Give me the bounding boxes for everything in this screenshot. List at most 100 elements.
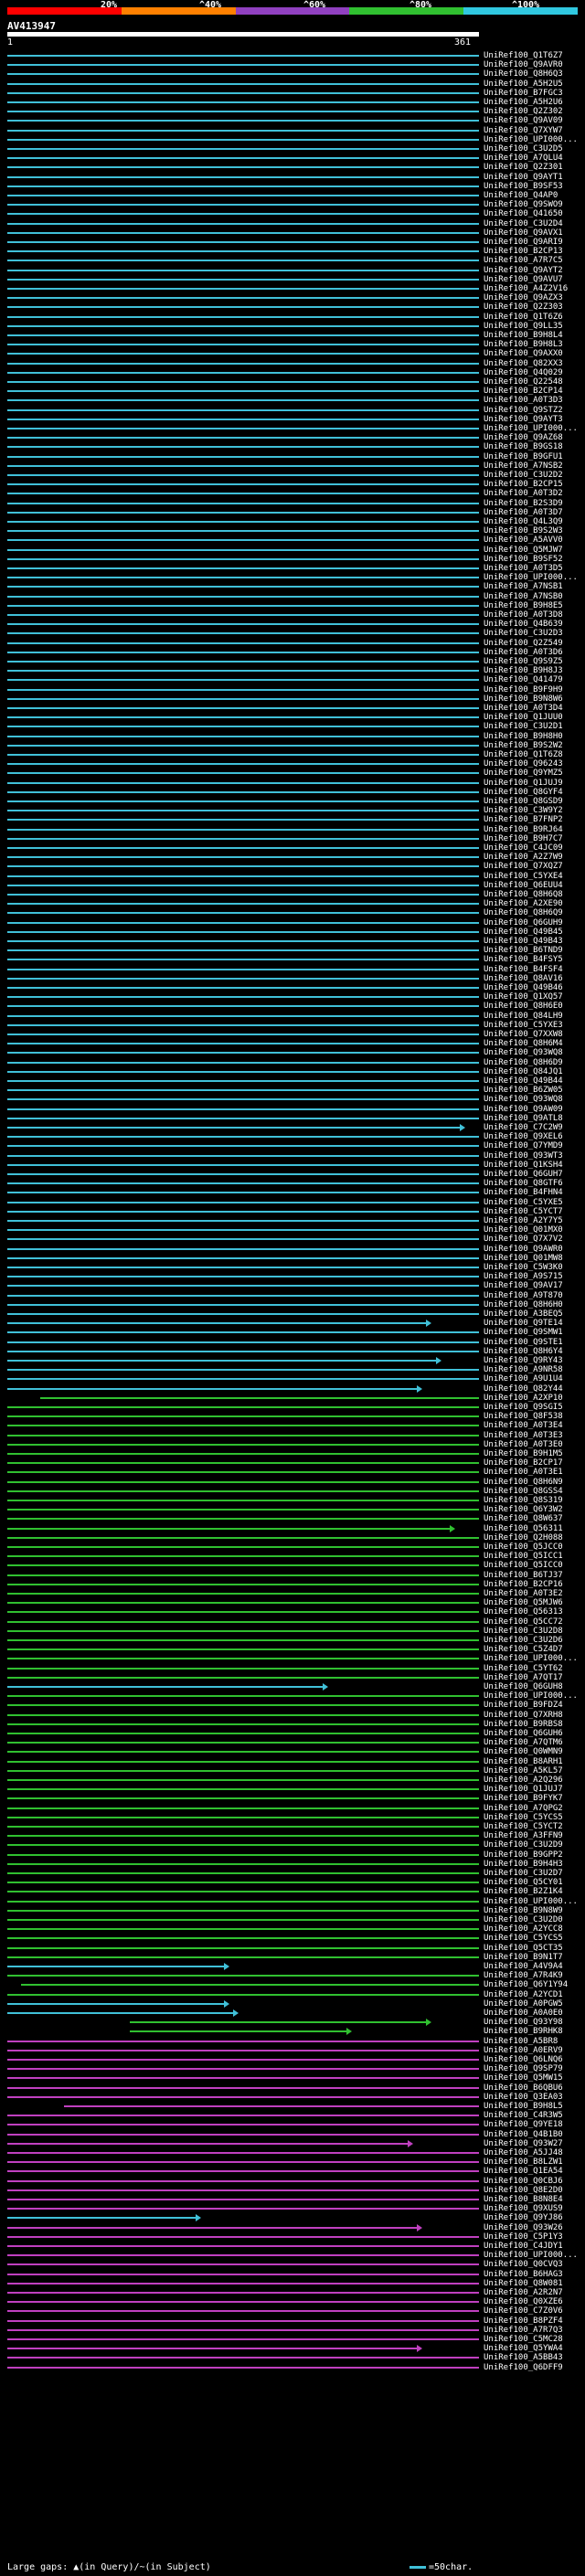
hit-row[interactable]: UniRef100_Q9AWR0 xyxy=(0,1245,585,1254)
hit-row[interactable]: UniRef100_A5KL57 xyxy=(0,1766,585,1776)
hit-row[interactable]: UniRef100_A0T3E1 xyxy=(0,1468,585,1477)
hit-row[interactable]: UniRef100_Q8W637 xyxy=(0,1514,585,1523)
hit-id-link[interactable]: UniRef100_B9FDZ4 xyxy=(484,1701,563,1710)
hit-row[interactable]: UniRef100_A7QPG2 xyxy=(0,1804,585,1813)
hit-id-link[interactable]: UniRef100_B9RJ64 xyxy=(484,825,563,834)
hit-id-link[interactable]: UniRef100_Q9YJ86 xyxy=(484,2213,563,2222)
hit-id-link[interactable]: UniRef100_Q5ICC1 xyxy=(484,1552,563,1561)
hit-row[interactable]: UniRef100_C4JC09 xyxy=(0,843,585,853)
hit-id-link[interactable]: UniRef100_A0T3D2 xyxy=(484,489,563,498)
hit-id-link[interactable]: UniRef100_UPI000... xyxy=(484,1691,578,1701)
hit-row[interactable]: UniRef100_Q9AV09 xyxy=(0,116,585,125)
hit-id-link[interactable]: UniRef100_Q7YMD9 xyxy=(484,1141,563,1150)
hit-id-link[interactable]: UniRef100_Q96243 xyxy=(484,759,563,769)
hit-row[interactable]: UniRef100_Q9LL35 xyxy=(0,322,585,331)
hit-id-link[interactable]: UniRef100_Q01MW8 xyxy=(484,1254,563,1263)
hit-row[interactable]: UniRef100_UPI000... xyxy=(0,2251,585,2260)
hit-row[interactable]: UniRef100_B2CP17 xyxy=(0,1458,585,1468)
hit-id-link[interactable]: UniRef100_Q93W26 xyxy=(484,2223,563,2232)
hit-row[interactable]: UniRef100_Q2H088 xyxy=(0,1533,585,1542)
hit-id-link[interactable]: UniRef100_Q01MX0 xyxy=(484,1225,563,1235)
hit-row[interactable]: UniRef100_Q41479 xyxy=(0,675,585,684)
hit-id-link[interactable]: UniRef100_Q6DFF9 xyxy=(484,2363,563,2372)
hit-row[interactable]: UniRef100_B2CP16 xyxy=(0,1580,585,1589)
hit-row[interactable]: UniRef100_C3U2D6 xyxy=(0,1636,585,1645)
hit-id-link[interactable]: UniRef100_Q8H6Q9 xyxy=(484,908,563,917)
hit-row[interactable]: UniRef100_C3U2D3 xyxy=(0,629,585,638)
hit-id-link[interactable]: UniRef100_Q4AP0 xyxy=(484,191,558,200)
hit-row[interactable]: UniRef100_A5JJ48 xyxy=(0,2148,585,2157)
hit-row[interactable]: UniRef100_B6ZW05 xyxy=(0,1086,585,1095)
hit-row[interactable]: UniRef100_A2XP10 xyxy=(0,1394,585,1403)
hit-row[interactable]: UniRef100_Q8W081 xyxy=(0,2279,585,2288)
hit-row[interactable]: UniRef100_B8N8E4 xyxy=(0,2195,585,2204)
hit-id-link[interactable]: UniRef100_A9T870 xyxy=(484,1291,563,1300)
hit-row[interactable]: UniRef100_B4FSF4 xyxy=(0,965,585,974)
hit-id-link[interactable]: UniRef100_A2Q296 xyxy=(484,1776,563,1785)
hit-id-link[interactable]: UniRef100_Q6Y3W2 xyxy=(484,1505,563,1514)
hit-id-link[interactable]: UniRef100_A9NR58 xyxy=(484,1365,563,1374)
hit-row[interactable]: UniRef100_Q5JCC0 xyxy=(0,1542,585,1552)
hit-row[interactable]: UniRef100_A0A0E0 xyxy=(0,2009,585,2018)
hit-id-link[interactable]: UniRef100_Q4Q029 xyxy=(484,368,563,377)
hit-id-link[interactable]: UniRef100_B9F9H9 xyxy=(484,685,563,694)
hit-row[interactable]: UniRef100_A7NSB2 xyxy=(0,461,585,471)
hit-id-link[interactable]: UniRef100_A0T3E4 xyxy=(484,1421,563,1430)
hit-id-link[interactable]: UniRef100_B9H8L4 xyxy=(484,331,563,340)
hit-id-link[interactable]: UniRef100_B9GS18 xyxy=(484,442,563,451)
hit-id-link[interactable]: UniRef100_C4JDY1 xyxy=(484,2242,563,2251)
hit-row[interactable]: UniRef100_A0T3D5 xyxy=(0,564,585,573)
hit-row[interactable]: UniRef100_Q1KSH4 xyxy=(0,1161,585,1170)
hit-row[interactable]: UniRef100_Q9XEL6 xyxy=(0,1132,585,1141)
hit-row[interactable]: UniRef100_Q9ATL8 xyxy=(0,1114,585,1123)
hit-row[interactable]: UniRef100_Q6GUH7 xyxy=(0,1170,585,1179)
hit-row[interactable]: UniRef100_C7Z0V6 xyxy=(0,2306,585,2316)
hit-row[interactable]: UniRef100_Q9AYT3 xyxy=(0,415,585,424)
hit-id-link[interactable]: UniRef100_Q9ARI9 xyxy=(484,238,563,247)
hit-row[interactable]: UniRef100_Q1JUU0 xyxy=(0,713,585,722)
hit-row[interactable]: UniRef100_UPI000... xyxy=(0,424,585,433)
hit-id-link[interactable]: UniRef100_A2XP10 xyxy=(484,1394,563,1403)
hit-id-link[interactable]: UniRef100_B4FSF4 xyxy=(484,965,563,974)
hit-id-link[interactable]: UniRef100_Q1JUJ7 xyxy=(484,1785,563,1794)
hit-id-link[interactable]: UniRef100_Q6GUH9 xyxy=(484,918,563,928)
hit-id-link[interactable]: UniRef100_C3U2D5 xyxy=(484,144,563,154)
hit-id-link[interactable]: UniRef100_Q1JUJ9 xyxy=(484,779,563,788)
hit-row[interactable]: UniRef100_B9S2W3 xyxy=(0,526,585,535)
hit-row[interactable]: UniRef100_Q5ICC0 xyxy=(0,1561,585,1570)
hit-row[interactable]: UniRef100_B9H8L3 xyxy=(0,340,585,349)
hit-row[interactable]: UniRef100_C7C2W9 xyxy=(0,1123,585,1132)
hit-row[interactable]: UniRef100_Q5MW15 xyxy=(0,2073,585,2083)
hit-id-link[interactable]: UniRef100_B6QBU6 xyxy=(484,2083,563,2093)
hit-id-link[interactable]: UniRef100_Q9SWO9 xyxy=(484,200,563,209)
hit-row[interactable]: UniRef100_C3U2D2 xyxy=(0,471,585,480)
hit-row[interactable]: UniRef100_Q9XUS9 xyxy=(0,2204,585,2213)
hit-row[interactable]: UniRef100_B9N1T7 xyxy=(0,1953,585,1962)
hit-row[interactable]: UniRef100_Q56313 xyxy=(0,1607,585,1617)
hit-row[interactable]: UniRef100_B2S3D9 xyxy=(0,499,585,508)
hit-id-link[interactable]: UniRef100_A0ERV9 xyxy=(484,2046,563,2055)
hit-id-link[interactable]: UniRef100_B2CP13 xyxy=(484,247,563,256)
hit-id-link[interactable]: UniRef100_Q9AYT2 xyxy=(484,266,563,275)
hit-row[interactable]: UniRef100_B9N8W6 xyxy=(0,694,585,704)
hit-row[interactable]: UniRef100_Q6LNQ6 xyxy=(0,2055,585,2064)
hit-id-link[interactable]: UniRef100_Q0CVQ3 xyxy=(484,2260,563,2269)
hit-id-link[interactable]: UniRef100_Q49B46 xyxy=(484,983,563,992)
hit-row[interactable]: UniRef100_B9H8J3 xyxy=(0,666,585,675)
hit-row[interactable]: UniRef100_Q2Z301 xyxy=(0,163,585,172)
hit-row[interactable]: UniRef100_B8PZF4 xyxy=(0,2316,585,2326)
hit-row[interactable]: UniRef100_B2CP14 xyxy=(0,387,585,396)
hit-row[interactable]: UniRef100_Q8H6Q3 xyxy=(0,69,585,79)
hit-id-link[interactable]: UniRef100_A3BEQ5 xyxy=(484,1309,563,1319)
hit-row[interactable]: UniRef100_UPI000... xyxy=(0,573,585,582)
hit-row[interactable]: UniRef100_B4FSY5 xyxy=(0,955,585,964)
hit-id-link[interactable]: UniRef100_C3U2D4 xyxy=(484,219,563,228)
hit-id-link[interactable]: UniRef100_A7NSB0 xyxy=(484,592,563,601)
hit-row[interactable]: UniRef100_B9RBS8 xyxy=(0,1720,585,1729)
hit-id-link[interactable]: UniRef100_B9H1M5 xyxy=(484,1449,563,1458)
hit-id-link[interactable]: UniRef100_A5JJ48 xyxy=(484,2148,563,2157)
hit-row[interactable]: UniRef100_Q6Y1Y94 xyxy=(0,1980,585,1989)
hit-id-link[interactable]: UniRef100_C5P1Y3 xyxy=(484,2232,563,2242)
hit-row[interactable]: UniRef100_B8ARH1 xyxy=(0,1757,585,1766)
hit-row[interactable]: UniRef100_A0T3E4 xyxy=(0,1421,585,1430)
